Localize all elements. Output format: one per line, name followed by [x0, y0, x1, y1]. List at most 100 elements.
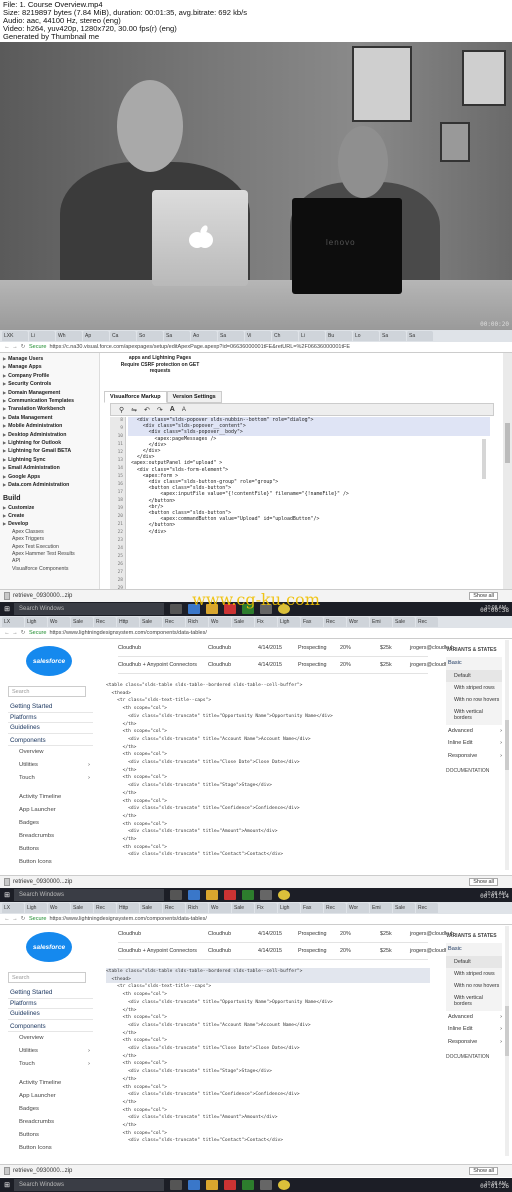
browser-tab[interactable]: Ligh [25, 903, 47, 913]
setup-item[interactable]: Manage Users [3, 355, 96, 363]
browser-tab[interactable]: Fax [301, 903, 323, 913]
setup-item[interactable]: Manage Apps [3, 363, 96, 371]
back-icon[interactable]: ← [3, 916, 11, 922]
search-input[interactable]: Search [8, 686, 86, 697]
app-icon[interactable] [242, 1180, 254, 1190]
app-icon[interactable] [260, 1180, 272, 1190]
app-icon[interactable] [224, 890, 236, 900]
component-link[interactable]: Button Icons [8, 1142, 93, 1155]
variant-item[interactable]: With striped rows [446, 967, 502, 980]
setup-item[interactable]: Email Administration [3, 464, 96, 472]
font-size-icon[interactable]: A [170, 406, 175, 413]
browser-tab[interactable]: Rec [163, 903, 185, 913]
build-item[interactable]: Develop [3, 520, 96, 528]
url-text[interactable]: https://c.na30.visual.force.com/apexpage… [49, 344, 350, 350]
undo-icon[interactable]: ↶ [144, 406, 150, 414]
setup-item[interactable]: Communication Templates [3, 397, 96, 405]
browser-tab[interactable]: LX [2, 903, 24, 913]
back-icon[interactable]: ← [3, 630, 11, 636]
browser-tab[interactable]: Sa [218, 331, 244, 341]
editor-scrollbar[interactable] [482, 439, 486, 479]
setup-item[interactable]: Security Controls [3, 380, 96, 388]
browser-tab[interactable]: Emi [370, 903, 392, 913]
setup-item[interactable]: Data.com Administration [3, 481, 96, 489]
taskbar-search[interactable]: Search Windows [14, 889, 164, 901]
component-link[interactable]: Breadcrumbs [8, 830, 93, 843]
address-bar[interactable]: ← → ↻ Secure https://www.lightningdesign… [0, 628, 512, 639]
build-item[interactable]: Customize [3, 504, 96, 512]
variant-basic[interactable]: Basic [446, 657, 502, 670]
browser-tab[interactable]: Rec [324, 903, 346, 913]
browser-tab[interactable]: Sa [407, 331, 433, 341]
address-bar[interactable]: ← → ↻ Secure https://c.na30.visual.force… [0, 342, 512, 353]
documentation-link[interactable]: DOCUMENTATION [446, 1051, 502, 1064]
browser-tab[interactable]: So [137, 331, 163, 341]
variant-item[interactable]: Default [446, 955, 502, 968]
browser-tab[interactable]: Ch [272, 331, 298, 341]
browser-tab[interactable]: Ao [191, 331, 217, 341]
variant-group[interactable]: Inline Edit › [446, 737, 502, 750]
file-explorer-icon[interactable] [206, 1180, 218, 1190]
nav-item[interactable]: Guidelines [8, 723, 93, 734]
component-link[interactable]: Buttons [8, 843, 93, 856]
browser-tab[interactable]: Ap [83, 331, 109, 341]
browser-tab[interactable]: LX [2, 617, 24, 627]
app-icon[interactable] [242, 890, 254, 900]
setup-item[interactable]: Desktop Administration [3, 431, 96, 439]
nav-item[interactable]: Getting Started [8, 988, 93, 999]
file-explorer-icon[interactable] [206, 890, 218, 900]
forward-icon[interactable]: → [11, 344, 19, 350]
nav-item-components[interactable]: Components [8, 736, 93, 747]
nav-subitem[interactable]: Overview [8, 1032, 93, 1045]
setup-item[interactable]: Company Profile [3, 372, 96, 380]
nav-subitem[interactable]: Overview [8, 746, 93, 759]
browser-tab[interactable]: LXK [2, 331, 28, 341]
url-text[interactable]: https://www.lightningdesignsystem.com/co… [49, 630, 206, 636]
variant-group[interactable]: Advanced › [446, 725, 502, 738]
component-link[interactable]: Badges [8, 1103, 93, 1116]
browser-tab[interactable]: Sale [140, 617, 162, 627]
nav-subitem[interactable]: Touch › [8, 1058, 93, 1071]
edge-icon[interactable] [188, 1180, 200, 1190]
nav-item[interactable]: Guidelines [8, 1009, 93, 1020]
browser-tab[interactable]: Rich [186, 617, 208, 627]
edge-icon[interactable] [188, 890, 200, 900]
replace-icon[interactable]: ⇋ [131, 406, 137, 414]
variant-item[interactable]: With striped rows [446, 681, 502, 694]
browser-tab[interactable]: Wo [48, 903, 70, 913]
forward-icon[interactable]: → [11, 916, 19, 922]
download-item[interactable]: retrieve_0930000...zip [4, 878, 72, 886]
scroll-thumb[interactable] [505, 1006, 509, 1056]
browser-tab[interactable]: Sale [71, 617, 93, 627]
component-link[interactable]: App Launcher [8, 1090, 93, 1103]
develop-subitem[interactable]: Visualforce Components [3, 566, 96, 573]
app-icon[interactable] [224, 1180, 236, 1190]
task-view-icon[interactable] [170, 890, 182, 900]
windows-start-icon[interactable]: ⊞ [0, 888, 14, 902]
component-link[interactable]: Activity Timeline [8, 1077, 93, 1090]
browser-tab[interactable]: Emi [370, 617, 392, 627]
salesforce-logo[interactable]: salesforce [26, 646, 72, 676]
browser-tab[interactable]: Rec [94, 903, 116, 913]
component-link[interactable]: Badges [8, 817, 93, 830]
code-editor[interactable]: <div class="slds-popover slds-nubbin--bo… [128, 417, 490, 591]
setup-item[interactable]: Google Apps [3, 473, 96, 481]
develop-subitem[interactable]: Apex Hammer Test Results [3, 551, 96, 558]
browser-tab[interactable]: Sale [71, 903, 93, 913]
chrome-icon[interactable] [278, 1180, 290, 1190]
browser-tab[interactable]: Wh [56, 331, 82, 341]
browser-tab[interactable]: Http [117, 617, 139, 627]
nav-subitem[interactable]: Utilities › [8, 1045, 93, 1058]
scroll-thumb[interactable] [505, 720, 509, 770]
nav-item[interactable]: Getting Started [8, 702, 93, 713]
variant-group[interactable]: Advanced › [446, 1011, 502, 1024]
variant-group[interactable]: Responsive › [446, 1036, 502, 1049]
forward-icon[interactable]: → [11, 630, 19, 636]
variant-item[interactable]: With vertical borders [446, 706, 502, 725]
browser-tab[interactable]: Wor [347, 903, 369, 913]
browser-tab[interactable]: Fax [301, 617, 323, 627]
variant-basic[interactable]: Basic [446, 943, 502, 956]
variant-item[interactable]: Default [446, 669, 502, 682]
setup-item[interactable]: Mobile Administration [3, 422, 96, 430]
nav-item[interactable]: Platforms [8, 999, 93, 1010]
